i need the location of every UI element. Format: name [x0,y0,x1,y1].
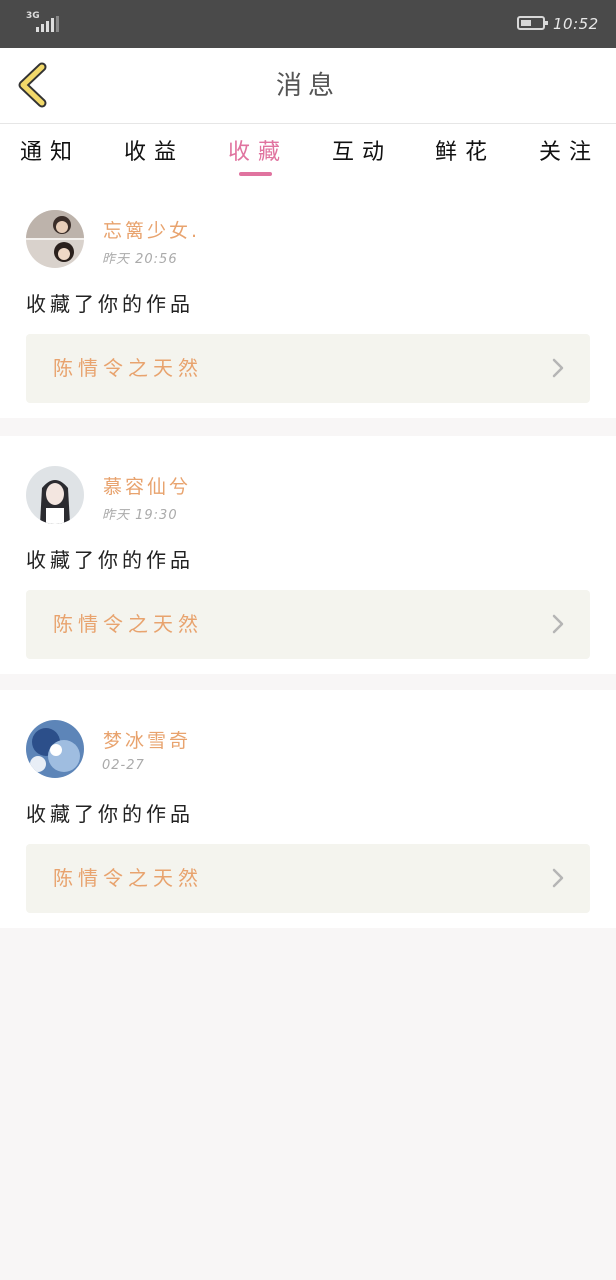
status-time: 10:52 [553,15,599,33]
message-text: 收藏了你的作品 [26,292,194,316]
timestamp: 昨天 20:56 [102,252,178,267]
timestamp: 02-27 [102,758,145,773]
signal-icon: 3G [26,12,62,34]
top-nav-bar: 消息 [0,48,616,124]
tab-earnings[interactable]: 收益 [114,134,194,166]
page-title: 消息 [275,71,340,101]
work-link[interactable]: 陈情令之天然 [26,590,590,659]
work-title: 陈情令之天然 [53,612,203,636]
avatar[interactable] [26,210,84,268]
work-link[interactable]: 陈情令之天然 [26,334,590,403]
chevron-right-icon [552,868,564,888]
username[interactable]: 忘篱少女. [103,216,200,243]
message-card: 忘篱少女. 昨天 20:56 收藏了你的作品 陈情令之天然 [0,180,616,418]
work-link[interactable]: 陈情令之天然 [26,844,590,913]
tab-favorites[interactable]: 收藏 [218,134,298,166]
username[interactable]: 慕容仙兮 [103,472,191,499]
chevron-right-icon [552,614,564,634]
tab-following[interactable]: 关注 [529,134,609,166]
message-card: 慕容仙兮 昨天 19:30 收藏了你的作品 陈情令之天然 [0,436,616,674]
tab-bar: 通知 收益 收藏 互动 鲜花 关注 [0,124,616,180]
chevron-right-icon [552,358,564,378]
active-tab-indicator [239,172,272,176]
work-title: 陈情令之天然 [53,356,203,380]
status-bar: 3G 10:52 [0,0,616,48]
username[interactable]: 梦冰雪奇 [103,726,191,753]
avatar[interactable] [26,466,84,524]
tab-interactions[interactable]: 互动 [322,134,402,166]
timestamp: 昨天 19:30 [102,508,178,523]
message-text: 收藏了你的作品 [26,548,194,572]
message-card: 梦冰雪奇 02-27 收藏了你的作品 陈情令之天然 [0,690,616,928]
battery-icon [517,16,548,30]
message-text: 收藏了你的作品 [26,802,194,826]
work-title: 陈情令之天然 [53,866,203,890]
tab-flowers[interactable]: 鲜花 [425,134,505,166]
tab-notifications[interactable]: 通知 [10,134,90,166]
avatar[interactable] [26,720,84,778]
